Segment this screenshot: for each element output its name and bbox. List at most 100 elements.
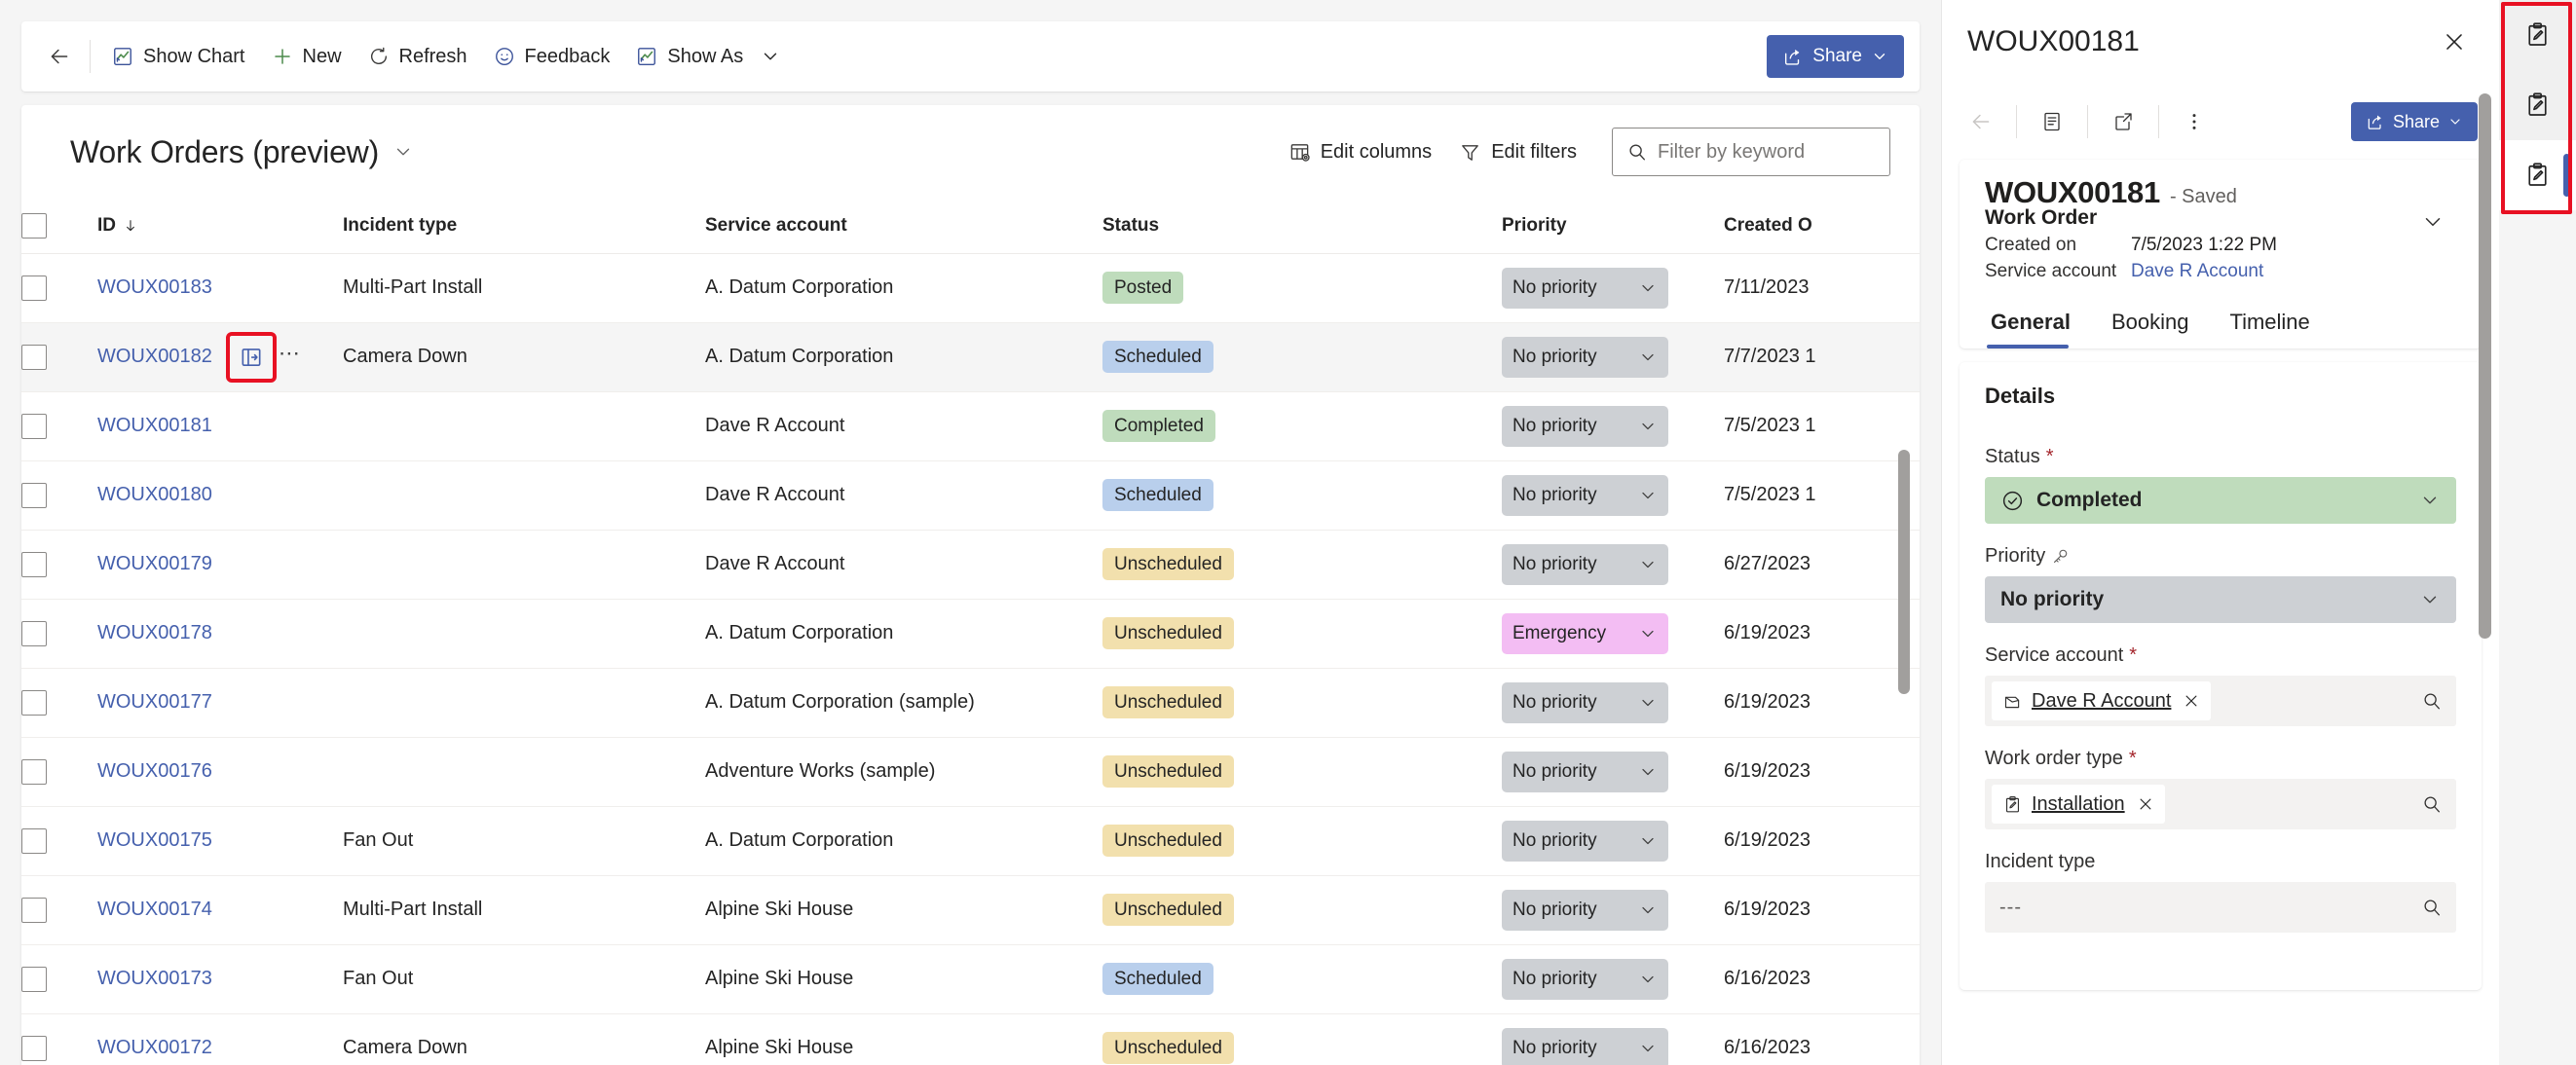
lookup-chip[interactable]: Installation: [1992, 785, 2165, 824]
feedback-button[interactable]: Feedback: [480, 34, 623, 79]
show-chart-button[interactable]: Show Chart: [98, 34, 258, 79]
field-priority-optionset[interactable]: No priority: [1985, 576, 2456, 623]
table-row[interactable]: WOUX00182 ⋯ Camera Down A. Datum Corporatio…: [21, 322, 1920, 392]
record-link[interactable]: WOUX00179: [97, 553, 212, 575]
cell-priority[interactable]: No priority: [1502, 253, 1724, 323]
new-button[interactable]: New: [258, 34, 355, 79]
refresh-button[interactable]: Refresh: [355, 34, 480, 79]
priority-select[interactable]: No priority: [1502, 889, 1668, 931]
side-panel-more-button[interactable]: [2171, 98, 2218, 145]
column-header-id[interactable]: ID: [97, 199, 343, 254]
record-link[interactable]: WOUX00176: [97, 760, 212, 783]
table-row[interactable]: WOUX00180 Dave R Account Scheduled No prior…: [21, 460, 1920, 531]
column-header-incident-type[interactable]: Incident type: [343, 199, 705, 254]
table-row[interactable]: WOUX00173 Fan Out Alpine Ski House Schedule…: [21, 944, 1920, 1014]
view-selector-chevron[interactable]: [392, 141, 414, 163]
tab-timeline[interactable]: Timeline: [2223, 300, 2315, 349]
side-panel-form-button[interactable]: [2029, 98, 2075, 145]
lookup-chip[interactable]: Dave R Account: [1992, 681, 2212, 720]
row-select-cell[interactable]: [21, 875, 97, 945]
share-button[interactable]: Share: [1767, 35, 1904, 78]
field-work-order-type-lookup[interactable]: Installation: [1985, 779, 2456, 829]
side-panel-close-button[interactable]: [2431, 18, 2478, 65]
side-panel-back-button[interactable]: [1958, 98, 2004, 145]
side-panel-share-button[interactable]: Share: [2350, 102, 2478, 141]
edit-columns-button[interactable]: Edit columns: [1275, 129, 1446, 174]
table-row[interactable]: WOUX00174 Multi-Part Install Alpine Ski Ho…: [21, 875, 1920, 945]
row-select-cell[interactable]: [21, 530, 97, 600]
select-all-header[interactable]: [21, 199, 97, 254]
row-checkbox[interactable]: [21, 344, 47, 370]
search-input[interactable]: [1658, 140, 1876, 164]
select-all-checkbox[interactable]: [21, 212, 47, 239]
column-header-priority[interactable]: Priority: [1502, 199, 1724, 254]
lookup-search-button[interactable]: [2421, 793, 2443, 815]
lookup-search-button[interactable]: [2421, 690, 2443, 712]
priority-select[interactable]: No priority: [1502, 820, 1668, 862]
cell-priority[interactable]: No priority: [1502, 460, 1724, 531]
row-checkbox[interactable]: [21, 758, 47, 785]
cell-id[interactable]: WOUX00173: [97, 944, 343, 1014]
cell-priority[interactable]: Emergency: [1502, 599, 1724, 669]
priority-select[interactable]: No priority: [1502, 751, 1668, 792]
cell-id[interactable]: WOUX00172: [97, 1013, 343, 1065]
lookup-search-button[interactable]: [2421, 897, 2443, 918]
row-select-cell[interactable]: [21, 737, 97, 807]
row-select-cell[interactable]: [21, 253, 97, 323]
row-checkbox[interactable]: [21, 551, 47, 577]
column-header-created-on[interactable]: Created O: [1724, 199, 1920, 254]
side-panel-scrollbar[interactable]: [2479, 93, 2491, 639]
lookup-chip-clear-button[interactable]: [2137, 795, 2154, 813]
row-checkbox[interactable]: [21, 275, 47, 301]
row-select-cell[interactable]: [21, 322, 97, 392]
record-link[interactable]: WOUX00180: [97, 484, 212, 506]
priority-select[interactable]: No priority: [1502, 1027, 1668, 1065]
row-checkbox[interactable]: [21, 689, 47, 716]
grid-scrollbar-thumb[interactable]: [1898, 450, 1910, 694]
cell-id[interactable]: WOUX00180: [97, 460, 343, 531]
record-link[interactable]: WOUX00177: [97, 691, 212, 714]
table-row[interactable]: WOUX00175 Fan Out A. Datum Corporation Unsc…: [21, 806, 1920, 876]
edit-filters-button[interactable]: Edit filters: [1445, 129, 1590, 174]
priority-select[interactable]: No priority: [1502, 267, 1668, 309]
cell-id[interactable]: WOUX00181: [97, 391, 343, 461]
back-button[interactable]: [37, 34, 82, 79]
search-box[interactable]: [1612, 128, 1890, 176]
row-checkbox[interactable]: [21, 897, 47, 923]
rail-button-work-order-2[interactable]: [2499, 70, 2576, 140]
field-status-optionset[interactable]: Completed: [1985, 477, 2456, 524]
grid-vertical-scrollbar[interactable]: [1898, 450, 1910, 1065]
row-checkbox[interactable]: [21, 413, 47, 439]
table-row[interactable]: WOUX00183 Multi-Part Install A. Datum Corp…: [21, 253, 1920, 323]
cell-priority[interactable]: No priority: [1502, 668, 1724, 738]
cell-id[interactable]: WOUX00176: [97, 737, 343, 807]
priority-select[interactable]: No priority: [1502, 405, 1668, 447]
tab-general[interactable]: General: [1985, 300, 2076, 349]
table-row[interactable]: WOUX00176 Adventure Works (sample) Unsched…: [21, 737, 1920, 807]
open-side-pane-icon[interactable]: [225, 331, 277, 383]
cell-priority[interactable]: No priority: [1502, 391, 1724, 461]
table-row[interactable]: WOUX00178 A. Datum Corporation Unscheduled…: [21, 599, 1920, 669]
rail-button-work-order-3-selected[interactable]: [2499, 140, 2576, 210]
rail-button-work-order-1[interactable]: [2499, 0, 2576, 70]
row-select-cell[interactable]: [21, 391, 97, 461]
side-panel-popout-button[interactable]: [2100, 98, 2147, 145]
priority-select[interactable]: No priority: [1502, 543, 1668, 585]
row-select-cell[interactable]: [21, 1013, 97, 1065]
row-checkbox[interactable]: [21, 966, 47, 992]
table-row[interactable]: WOUX00181 Dave R Account Completed No prior…: [21, 391, 1920, 461]
row-select-cell[interactable]: [21, 599, 97, 669]
cell-id[interactable]: WOUX00174: [97, 875, 343, 945]
table-row[interactable]: WOUX00179 Dave R Account Unscheduled No pri…: [21, 530, 1920, 600]
record-field-value-link[interactable]: Dave R Account: [2131, 261, 2263, 282]
record-header-expand-button[interactable]: [2409, 199, 2456, 245]
cell-priority[interactable]: No priority: [1502, 737, 1724, 807]
cell-priority[interactable]: No priority: [1502, 322, 1724, 392]
field-service-account-lookup[interactable]: Dave R Account: [1985, 676, 2456, 726]
row-select-cell[interactable]: [21, 460, 97, 531]
column-header-service-account[interactable]: Service account: [705, 199, 1102, 254]
cell-id[interactable]: WOUX00183: [97, 253, 343, 323]
side-panel-scrollbar-thumb[interactable]: [2479, 93, 2491, 639]
cell-id[interactable]: WOUX00175: [97, 806, 343, 876]
field-incident-type-lookup[interactable]: ---: [1985, 882, 2456, 933]
